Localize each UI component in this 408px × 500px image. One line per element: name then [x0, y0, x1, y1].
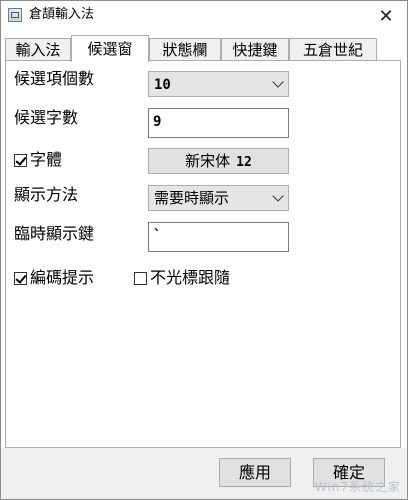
temp-display-key-input[interactable]: ` — [148, 222, 289, 252]
temp-display-key-label: 臨時顯示鍵 — [14, 224, 95, 243]
display-method-value: 需要時顯示 — [154, 189, 230, 207]
close-button[interactable]: ✕ — [365, 1, 407, 31]
title-bar[interactable]: 倉頡輸入法 ✕ — [1, 1, 407, 31]
tab-status-bar[interactable]: 狀態欄 — [149, 38, 221, 60]
cursor-follow-row[interactable]: 不光標跟隨 — [134, 268, 230, 288]
tab-input-method[interactable]: 輸入法 — [5, 38, 71, 60]
code-hint-row[interactable]: 編碼提示 — [14, 268, 94, 288]
cursor-follow-checkbox[interactable] — [134, 271, 147, 285]
candidate-window-panel: 候選項個數 10 候選字數 9 字體 新宋体 12 顯示方法 需要時顯示 臨時顯示… — [5, 60, 401, 448]
tab-strip: 輸入法 候選窗 狀態欄 快捷鍵 五倉世紀 — [5, 35, 405, 62]
ime-settings-window: 倉頡輸入法 ✕ 輸入法 候選窗 狀態欄 快捷鍵 五倉世紀 候選項個數 10 候選… — [0, 0, 408, 500]
candidate-count-label: 候選項個數 — [14, 69, 95, 88]
tab-shortcut-keys[interactable]: 快捷鍵 — [221, 38, 289, 60]
tab-wucang-shiji[interactable]: 五倉世紀 — [289, 38, 377, 60]
app-icon — [8, 8, 22, 22]
site-watermark: Win7系统之家 — [314, 480, 401, 494]
code-hint-label: 編碼提示 — [30, 268, 95, 287]
display-method-dropdown[interactable]: 需要時顯示 — [148, 185, 289, 211]
candidate-count-dropdown[interactable]: 10 — [148, 71, 289, 97]
code-hint-checkbox[interactable] — [14, 271, 27, 285]
font-label: 字體 — [30, 150, 63, 169]
font-size: 12 — [236, 155, 252, 170]
chevron-down-icon — [272, 76, 284, 88]
button-bar: 應用 確定 Win7系统之家 — [1, 448, 407, 499]
candidate-chars-input[interactable]: 9 — [148, 108, 289, 138]
window-title: 倉頡輸入法 — [29, 7, 95, 22]
candidate-count-value: 10 — [154, 77, 171, 93]
font-select-button[interactable]: 新宋体 12 — [148, 148, 289, 174]
font-checkbox-row[interactable]: 字體 — [14, 150, 62, 170]
candidate-chars-label: 候選字數 — [14, 108, 79, 127]
display-method-label: 顯示方法 — [14, 185, 79, 204]
chevron-down-icon — [272, 190, 284, 202]
apply-button[interactable]: 應用 — [219, 458, 291, 487]
tab-candidate-window[interactable]: 候選窗 — [71, 35, 149, 62]
font-checkbox[interactable] — [14, 153, 27, 167]
font-name: 新宋体 — [185, 152, 231, 170]
cursor-follow-label: 不光標跟隨 — [150, 268, 231, 287]
